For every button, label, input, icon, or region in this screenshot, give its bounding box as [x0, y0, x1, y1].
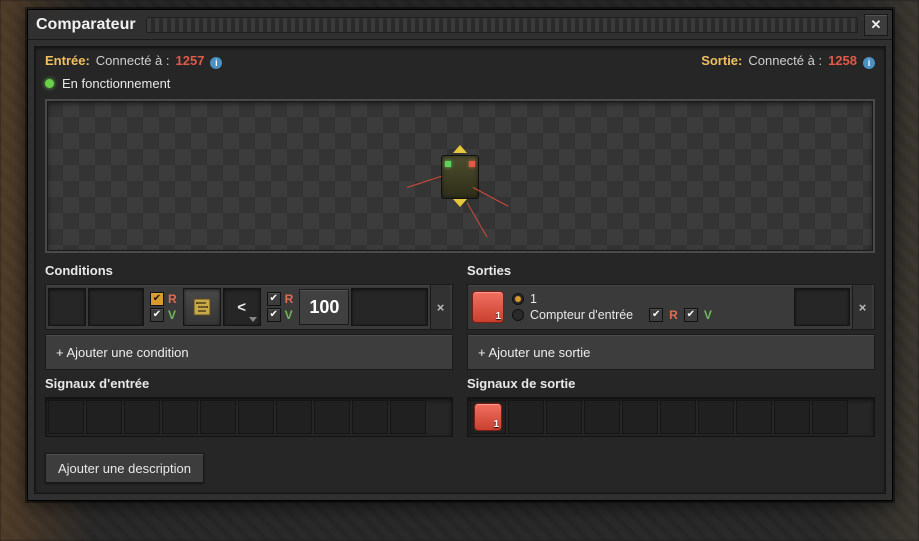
condition-connector-slot[interactable]: [48, 288, 86, 326]
status-row: En fonctionnement: [35, 70, 885, 95]
output-mode-value-label: 1: [530, 292, 537, 306]
output-mode-value-radio[interactable]: [512, 293, 524, 305]
io-row: Entrée: Connecté à : 1257 i Sortie: Conn…: [35, 47, 885, 70]
remove-output-button[interactable]: ×: [852, 285, 872, 329]
output-connected-to-label: Connecté à :: [748, 53, 822, 68]
outputs-title: Sorties: [467, 261, 875, 280]
bottom-bar: Ajouter une description: [35, 443, 885, 493]
red-wire-label: R: [168, 292, 177, 306]
add-output-label: + Ajouter une sortie: [478, 345, 590, 360]
add-condition-label: + Ajouter une condition: [56, 345, 189, 360]
entity-preview: [45, 99, 875, 253]
output-label: Sortie:: [701, 53, 742, 68]
red-wire-label: R: [669, 308, 678, 322]
signal-slot[interactable]: [698, 400, 734, 434]
signal-slot[interactable]: [546, 400, 582, 434]
drag-handle[interactable]: [146, 17, 858, 33]
conditions-column: Conditions ✔ R ✔ V: [45, 261, 453, 437]
close-icon: ✕: [871, 17, 882, 33]
arrow-down-icon: [453, 199, 467, 207]
outputs-column: Sorties 1 Compteur d'entrée: [467, 261, 875, 437]
output-signal-slot[interactable]: [472, 291, 504, 323]
output-red-wire-checkbox[interactable]: ✔: [649, 308, 663, 322]
status-indicator-icon: [45, 79, 54, 88]
signal-slot[interactable]: [736, 400, 772, 434]
input-connected-to-label: Connecté à :: [96, 53, 170, 68]
close-button[interactable]: ✕: [864, 14, 888, 36]
right-red-wire-checkbox[interactable]: ✔: [267, 292, 281, 306]
signal-slot[interactable]: [200, 400, 236, 434]
signal-slot[interactable]: [124, 400, 160, 434]
add-description-label: Ajouter une description: [58, 461, 191, 476]
condition-trailing-slot[interactable]: [351, 288, 428, 326]
remove-condition-button[interactable]: ×: [430, 285, 450, 329]
add-condition-button[interactable]: + Ajouter une condition: [45, 334, 453, 370]
condition-extra-slot[interactable]: [88, 288, 144, 326]
constant-value: 100: [309, 297, 339, 318]
constant-input[interactable]: 100: [299, 289, 349, 325]
info-icon[interactable]: i: [863, 57, 875, 69]
window-title: Comparateur: [36, 16, 136, 34]
right-wire-filters: ✔ R ✔ V: [263, 292, 298, 322]
signal-slot[interactable]: [660, 400, 696, 434]
input-label: Entrée:: [45, 53, 90, 68]
output-signals-title: Signaux de sortie: [467, 374, 875, 393]
left-signal-slot[interactable]: [183, 288, 221, 326]
left-wire-filters: ✔ R ✔ V: [146, 292, 181, 322]
output-row: 1 Compteur d'entrée ✔ R ✔ V: [467, 284, 875, 330]
operator-value: <: [237, 299, 246, 316]
titlebar[interactable]: Comparateur ✕: [28, 10, 892, 40]
signal-slot[interactable]: [622, 400, 658, 434]
green-wire-label: V: [168, 308, 176, 322]
red-science-pack-icon: [474, 403, 502, 431]
output-signals-box: [467, 397, 875, 437]
output-mode-group: 1 Compteur d'entrée ✔ R ✔ V: [508, 292, 716, 322]
signal-slot[interactable]: [86, 400, 122, 434]
decider-combinator-icon: [437, 147, 483, 205]
signal-slot[interactable]: [774, 400, 810, 434]
input-signals-title: Signaux d'entrée: [45, 374, 453, 393]
output-green-wire-checkbox[interactable]: ✔: [684, 308, 698, 322]
add-description-button[interactable]: Ajouter une description: [45, 453, 204, 483]
status-text: En fonctionnement: [62, 76, 170, 91]
content-panel: Entrée: Connecté à : 1257 i Sortie: Conn…: [34, 46, 886, 494]
signal-slot[interactable]: [238, 400, 274, 434]
green-wire-label: V: [285, 308, 293, 322]
input-network-id: 1257: [176, 53, 205, 68]
info-icon[interactable]: i: [210, 57, 222, 69]
signal-slot[interactable]: [352, 400, 388, 434]
left-green-wire-checkbox[interactable]: ✔: [150, 308, 164, 322]
signal-slot[interactable]: [162, 400, 198, 434]
arrow-up-icon: [453, 145, 467, 153]
input-network: Entrée: Connecté à : 1257 i: [45, 53, 222, 68]
output-mode-inputcount-label: Compteur d'entrée: [530, 308, 633, 322]
decider-combinator-window: Comparateur ✕ Entrée: Connecté à : 1257 …: [27, 9, 893, 501]
signal-slot[interactable]: [276, 400, 312, 434]
signal-slot[interactable]: [584, 400, 620, 434]
operator-select[interactable]: <: [223, 288, 261, 326]
add-output-button[interactable]: + Ajouter une sortie: [467, 334, 875, 370]
output-network: Sortie: Connecté à : 1258 i: [701, 53, 875, 68]
output-mode-inputcount-radio[interactable]: [512, 309, 524, 321]
signal-slot[interactable]: [314, 400, 350, 434]
right-green-wire-checkbox[interactable]: ✔: [267, 308, 281, 322]
signal-slot[interactable]: [390, 400, 426, 434]
circuit-signal-icon: [190, 295, 214, 319]
red-wire-label: R: [285, 292, 294, 306]
input-signals-box: [45, 397, 453, 437]
output-network-id: 1258: [828, 53, 857, 68]
signal-slot[interactable]: [470, 400, 506, 434]
output-extra-slot[interactable]: [794, 288, 850, 326]
conditions-title: Conditions: [45, 261, 453, 280]
signal-slot[interactable]: [508, 400, 544, 434]
condition-row: ✔ R ✔ V: [45, 284, 453, 330]
green-wire-label: V: [704, 308, 712, 322]
signal-slot[interactable]: [812, 400, 848, 434]
left-red-wire-checkbox[interactable]: ✔: [150, 292, 164, 306]
signal-slot[interactable]: [48, 400, 84, 434]
